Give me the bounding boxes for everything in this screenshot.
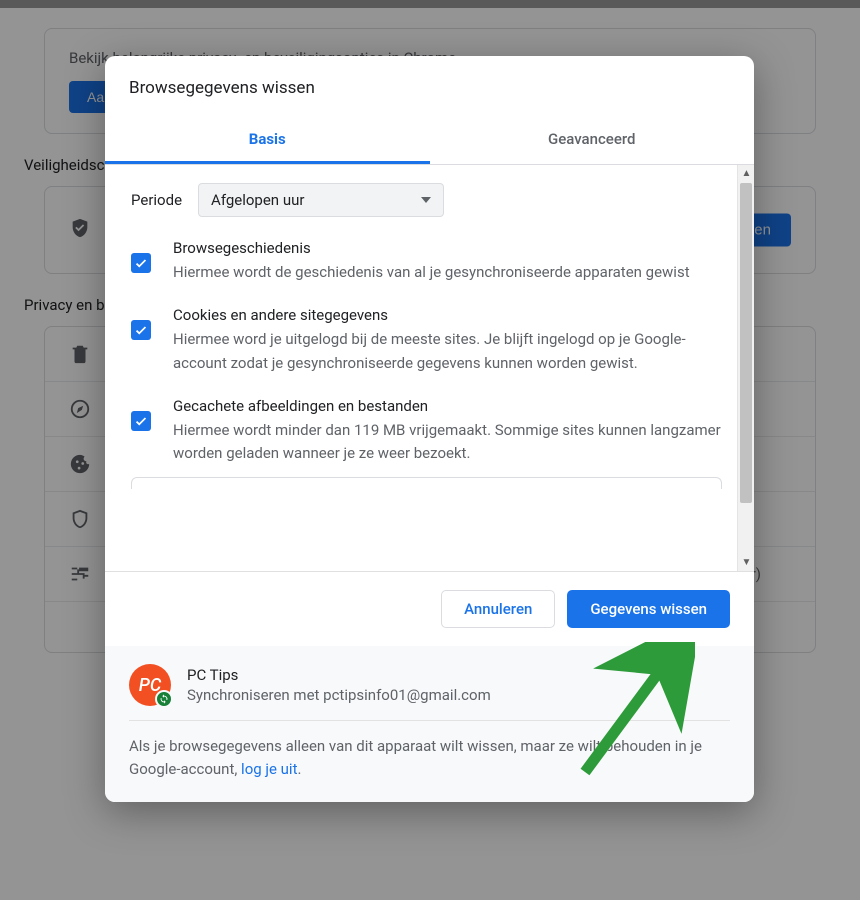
option-title: Cookies en andere sitegegevens [173,306,728,324]
account-note-pre: Als je browsegegevens alleen van dit app… [129,737,702,778]
account-note: Als je browsegegevens alleen van dit app… [129,721,730,782]
cancel-button[interactable]: Annuleren [441,590,555,628]
option-title: Browsegeschiedenis [173,239,728,257]
sync-badge-icon [155,690,173,708]
scroll-up-arrow-icon[interactable]: ▲ [738,165,754,182]
dialog-scroll-area: Periode Afgelopen uur Browsegeschiedenis… [105,165,754,571]
scrollbar-thumb[interactable] [740,183,752,503]
clear-data-button[interactable]: Gegevens wissen [567,590,730,628]
checkbox-cookies[interactable] [131,320,151,340]
option-desc: Hiermee wordt minder dan 119 MB vrijgema… [173,419,728,466]
vertical-scrollbar[interactable]: ▲ ▼ [737,165,754,571]
tab-basic[interactable]: Basis [105,116,430,164]
period-label: Periode [131,191,182,209]
option-cached[interactable]: Gecachete afbeeldingen en bestanden Hier… [131,397,728,466]
partial-hidden-element [131,477,722,489]
dialog-tabs: Basis Geavanceerd [105,116,754,165]
avatar: PC [129,664,171,706]
dialog-footer: Annuleren Gegevens wissen [105,571,754,646]
period-select[interactable]: Afgelopen uur [198,183,444,217]
account-note-post: . [297,760,301,778]
checkmark-icon [134,256,148,270]
option-browsing-history[interactable]: Browsegeschiedenis Hiermee wordt de gesc… [131,239,728,284]
checkmark-icon [134,414,148,428]
account-name: PC Tips [187,666,491,684]
option-desc: Hiermee word je uitgelogd bij de meeste … [173,328,728,375]
scroll-down-arrow-icon[interactable]: ▼ [738,554,754,571]
tab-advanced[interactable]: Geavanceerd [430,116,755,164]
option-title: Gecachete afbeeldingen en bestanden [173,397,728,415]
clear-browsing-data-dialog: Browsegegevens wissen Basis Geavanceerd … [105,56,754,802]
option-cookies[interactable]: Cookies en andere sitegegevens Hiermee w… [131,306,728,375]
sign-out-link[interactable]: log je uit [241,760,297,778]
checkbox-browsing-history[interactable] [131,253,151,273]
dialog-title: Browsegegevens wissen [105,56,754,116]
option-desc: Hiermee wordt de geschiedenis van al je … [173,261,728,284]
account-sync-line: Synchroniseren met pctipsinfo01@gmail.co… [187,686,491,704]
chevron-down-icon [421,197,431,203]
account-panel: PC PC Tips Synchroniseren met pctipsinfo… [105,646,754,802]
checkbox-cached[interactable] [131,411,151,431]
checkmark-icon [134,323,148,337]
period-select-value: Afgelopen uur [211,191,304,209]
